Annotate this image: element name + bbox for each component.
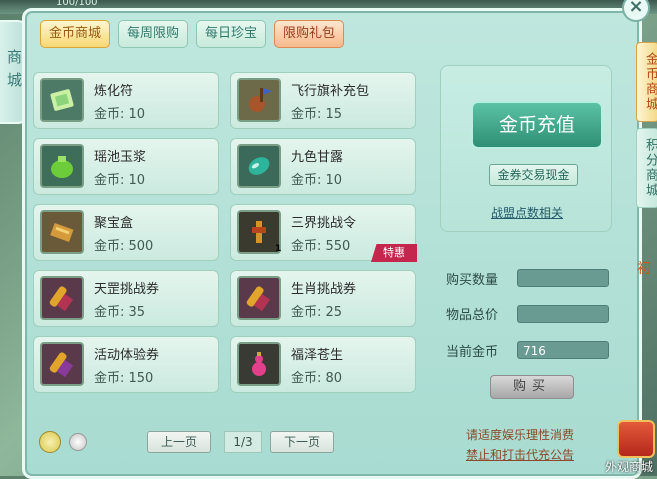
alliance-points-link[interactable]: 战盟点数相关 bbox=[491, 204, 563, 221]
item-count: 1 bbox=[275, 244, 282, 254]
page-indicator: 1/3 bbox=[224, 431, 262, 453]
item-grid: 炼化符 金币: 10 飞行旗补充包 金币: 15 瑶池玉浆 金币: 10 九色甘… bbox=[33, 72, 421, 428]
total-price-label: 物品总价 bbox=[446, 308, 499, 323]
item-name: 天罡挑战券 bbox=[94, 282, 160, 297]
item-price: 金币: 10 bbox=[94, 173, 146, 188]
appearance-shop-label: 外观商城 bbox=[605, 460, 654, 474]
gourd-icon bbox=[237, 342, 281, 386]
item-name: 三界挑战令 bbox=[291, 216, 357, 231]
item-card[interactable]: 瑶池玉浆 金币: 10 bbox=[33, 138, 219, 195]
buy-button[interactable]: 购买 bbox=[490, 375, 574, 399]
side-tab-points-shop[interactable]: 积分商城 bbox=[636, 128, 657, 208]
item-price: 金币: 150 bbox=[94, 371, 154, 386]
next-page-button[interactable]: 下一页 bbox=[270, 431, 334, 453]
item-price: 金币: 500 bbox=[94, 239, 154, 254]
item-card[interactable]: 天罡挑战券 金币: 35 bbox=[33, 270, 219, 327]
item-name: 活动体验券 bbox=[94, 348, 160, 363]
tab-limited-pack[interactable]: 限购礼包 bbox=[274, 20, 345, 48]
scroll-icon bbox=[40, 342, 84, 386]
prev-page-button[interactable]: 上一页 bbox=[147, 431, 211, 453]
item-price: 金币: 25 bbox=[291, 305, 343, 320]
anti-proxy-notice-link[interactable]: 禁止和打击代充公告 bbox=[466, 446, 574, 463]
quantity-label: 购买数量 bbox=[446, 273, 499, 288]
tab-daily-treasure[interactable]: 每日珍宝 bbox=[196, 20, 267, 48]
item-name: 福泽苍生 bbox=[291, 348, 344, 363]
total-price-field bbox=[517, 305, 609, 323]
scroll-icon bbox=[40, 276, 84, 320]
quantity-input[interactable] bbox=[517, 269, 609, 287]
voucher-trade-button[interactable]: 金券交易现金 bbox=[489, 164, 578, 186]
current-gold-label: 当前金币 bbox=[446, 345, 499, 360]
item-price: 金币: 80 bbox=[291, 371, 343, 386]
toggle-dot-icon[interactable] bbox=[69, 433, 87, 451]
item-price: 金币: 550 bbox=[291, 239, 351, 254]
tab-weekly-limited[interactable]: 每周限购 bbox=[118, 20, 189, 48]
side-tab-gold-shop[interactable]: 金币商城 bbox=[636, 42, 657, 122]
appearance-shop-button[interactable]: 外观商城 bbox=[605, 414, 657, 474]
shop-tabs: 金币商城 每周限购 每日珍宝 限购礼包 bbox=[40, 20, 345, 48]
recharge-button[interactable]: 金币充值 bbox=[471, 101, 603, 149]
dew-gem-icon bbox=[237, 144, 281, 188]
close-button[interactable]: × bbox=[622, 0, 650, 22]
scroll-icon bbox=[237, 276, 281, 320]
item-card[interactable]: 活动体验券 金币: 150 bbox=[33, 336, 219, 393]
item-name: 生肖挑战券 bbox=[291, 282, 357, 297]
item-card[interactable]: 飞行旗补充包 金币: 15 bbox=[230, 72, 416, 129]
item-name: 九色甘露 bbox=[291, 150, 344, 165]
item-price: 金币: 10 bbox=[94, 107, 146, 122]
item-name: 聚宝盒 bbox=[94, 216, 134, 231]
item-card[interactable]: 生肖挑战券 金币: 25 bbox=[230, 270, 416, 327]
item-card[interactable]: 1 三界挑战令 金币: 550 特惠 bbox=[230, 204, 417, 262]
item-price: 金币: 15 bbox=[291, 107, 343, 122]
item-name: 飞行旗补充包 bbox=[291, 84, 370, 99]
jade-pot-icon bbox=[40, 144, 84, 188]
item-card[interactable]: 九色甘露 金币: 10 bbox=[230, 138, 416, 195]
item-price: 金币: 10 bbox=[291, 173, 343, 188]
edge-text: 初 bbox=[637, 261, 651, 277]
flag-bag-icon bbox=[237, 78, 281, 122]
item-price: 金币: 35 bbox=[94, 305, 146, 320]
zoom-icon[interactable] bbox=[39, 431, 61, 453]
item-card[interactable]: 聚宝盒 金币: 500 bbox=[33, 204, 219, 261]
tab-gold-shop[interactable]: 金币商城 bbox=[40, 20, 111, 48]
discount-badge: 特惠 bbox=[371, 244, 417, 262]
talisman-icon bbox=[40, 78, 84, 122]
item-name: 炼化符 bbox=[94, 84, 134, 99]
item-card[interactable]: 福泽苍生 金币: 80 bbox=[230, 336, 416, 393]
gift-box-icon bbox=[617, 420, 655, 458]
treasure-box-icon bbox=[40, 210, 84, 254]
item-card[interactable]: 炼化符 金币: 10 bbox=[33, 72, 219, 129]
current-gold-field: 716 bbox=[517, 341, 609, 359]
top-counter: 100/100 bbox=[56, 0, 98, 8]
notice-text: 请适度娱乐理性消费 bbox=[466, 428, 575, 442]
item-name: 瑶池玉浆 bbox=[94, 150, 147, 165]
